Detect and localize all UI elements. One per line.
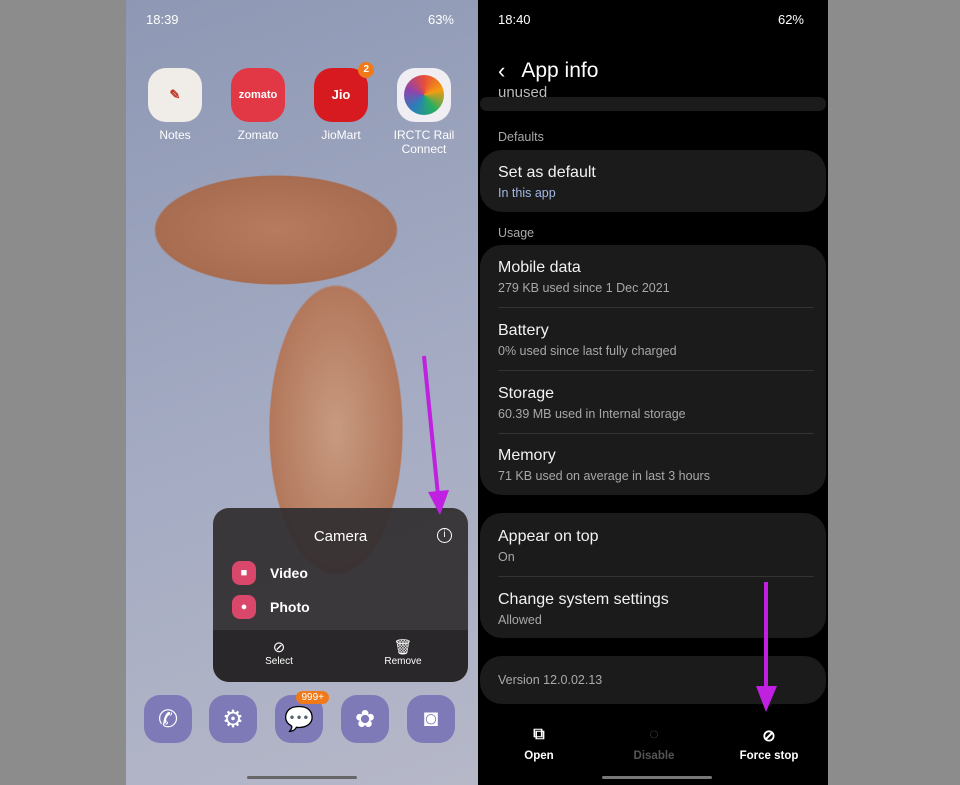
notes-icon: ✎ [148, 68, 202, 122]
jio-logo-text: Jio [331, 87, 351, 102]
remove-button[interactable]: 🗑 Remove [358, 638, 448, 667]
camera-icon: ◙ [423, 705, 439, 732]
row-storage[interactable]: Storage 60.39 MB used in Internal storage [498, 385, 814, 421]
zomato-icon: zomato [231, 68, 285, 122]
row-appear-on-top[interactable]: Appear on top On [498, 528, 814, 564]
phone-icon: ✆ [157, 705, 179, 733]
flower-icon: ✿ [354, 705, 376, 733]
video-icon: ■ [232, 561, 256, 585]
row-sub: In this app [498, 186, 556, 200]
button-label: Disable [633, 750, 675, 762]
app-zomato[interactable]: zomato Zomato [223, 68, 293, 142]
row-memory[interactable]: Memory 71 KB used on average in last 3 ho… [498, 447, 814, 483]
home-screen: 18:39 63% ✎ Notes zomato Zomato Jio 2 JioMart… [126, 0, 478, 785]
dock-messages[interactable]: 💬 999+ [275, 691, 329, 743]
clock: 18:40 [498, 12, 531, 27]
button-label: Force stop [739, 750, 799, 762]
row-title: Storage [498, 385, 555, 402]
row-sub: 60.39 MB used in Internal storage [498, 407, 686, 421]
info-icon[interactable]: i [437, 528, 452, 543]
popup-title: Camera [313, 528, 368, 545]
select-button[interactable]: ⊘ Select [234, 638, 324, 667]
battery: 62% [777, 12, 804, 27]
app-info-screen: 18:40 62% ‹ App info unused Defaults Set a… [478, 0, 828, 785]
menu-item-video[interactable]: ■ Video [232, 561, 308, 585]
check-circle-icon: ⊘ [272, 639, 286, 656]
row-title: Change system settings [498, 591, 669, 608]
page-title: App info [521, 59, 599, 82]
row-title: Battery [498, 322, 549, 339]
status-bar: 18:40 62% [498, 12, 804, 27]
row-sub: On [498, 550, 515, 564]
dock-phone[interactable]: ✆ [144, 695, 192, 743]
zomato-logo-text: zomato [238, 89, 278, 101]
app-label: Notes [159, 128, 191, 142]
back-icon[interactable]: ‹ [498, 58, 505, 84]
trash-icon: 🗑 [393, 639, 413, 656]
app-irctc[interactable]: IRCTC Rail Connect [389, 68, 459, 156]
camera-context-menu: Camera i ■ Video ● Photo ⊘ Select 🗑 Remove [213, 508, 468, 682]
battery: 63% [427, 12, 454, 27]
camera-icon: ● [232, 595, 256, 619]
card-usage: Mobile data 279 KB used since 1 Dec 2021 … [480, 245, 826, 495]
messages-badge: 999+ [296, 691, 329, 704]
row-battery[interactable]: Battery 0% used since last fully charged [498, 322, 814, 358]
clock: 18:39 [146, 12, 179, 27]
section-defaults: Defaults [498, 130, 544, 144]
dock-gallery[interactable]: ✿ [341, 695, 389, 743]
row-sub: 71 KB used on average in last 3 hours [498, 469, 710, 483]
nav-handle [602, 776, 712, 779]
app-jiomart[interactable]: Jio 2 JioMart [306, 62, 376, 142]
gear-icon: ⚙ [222, 705, 244, 733]
open-external-icon: ⧉ [533, 726, 545, 743]
row-change-system-settings[interactable]: Change system settings Allowed [498, 591, 814, 627]
divider [498, 370, 814, 371]
item-label: Photo [270, 599, 310, 615]
divider [498, 307, 814, 308]
row-title: Memory [498, 447, 556, 464]
menu-item-photo[interactable]: ● Photo [232, 595, 310, 619]
card-partial [480, 97, 826, 111]
action-label: Select [265, 656, 293, 667]
disable-button: ◌ Disable [604, 726, 704, 762]
dock-camera[interactable]: ◙ [407, 695, 455, 743]
version-text: Version 12.0.02.13 [498, 673, 603, 687]
disable-dotted-circle-icon: ◌ [649, 726, 659, 743]
block-icon: ⊘ [762, 728, 776, 745]
app-notes[interactable]: ✎ Notes [140, 68, 210, 142]
card-defaults: Set as default In this app [480, 150, 826, 212]
status-bar: 18:39 63% [146, 12, 454, 27]
irctc-icon [397, 68, 451, 122]
action-label: Remove [384, 656, 422, 667]
dock-settings[interactable]: ⚙ [209, 695, 257, 743]
section-usage: Usage [498, 226, 535, 240]
button-label: Open [524, 750, 554, 762]
app-label: JioMart [321, 128, 361, 142]
row-mobile-data[interactable]: Mobile data 279 KB used since 1 Dec 2021 [498, 259, 814, 295]
app-label: Zomato [237, 128, 279, 142]
force-stop-button[interactable]: ⊘ Force stop [719, 726, 819, 762]
row-sub: Allowed [498, 613, 542, 627]
jiomart-icon: Jio 2 [314, 62, 374, 122]
divider [498, 576, 814, 577]
row-title: Mobile data [498, 259, 581, 276]
app-label: IRCTC Rail Connect [393, 128, 455, 156]
row-sub: 0% used since last fully charged [498, 344, 677, 358]
item-label: Video [270, 565, 308, 581]
divider [498, 433, 814, 434]
open-button[interactable]: ⧉ Open [489, 726, 589, 762]
row-set-as-default[interactable]: Set as default In this app [498, 164, 814, 200]
card-permissions: Appear on top On Change system settings Al… [480, 513, 826, 638]
nav-handle [247, 776, 357, 779]
notification-badge: 2 [358, 62, 374, 78]
row-sub: 279 KB used since 1 Dec 2021 [498, 281, 670, 295]
row-title: Set as default [498, 164, 596, 181]
message-icon: 💬 [284, 705, 314, 733]
card-version: Version 12.0.02.13 [480, 656, 826, 704]
row-title: Appear on top [498, 528, 599, 545]
